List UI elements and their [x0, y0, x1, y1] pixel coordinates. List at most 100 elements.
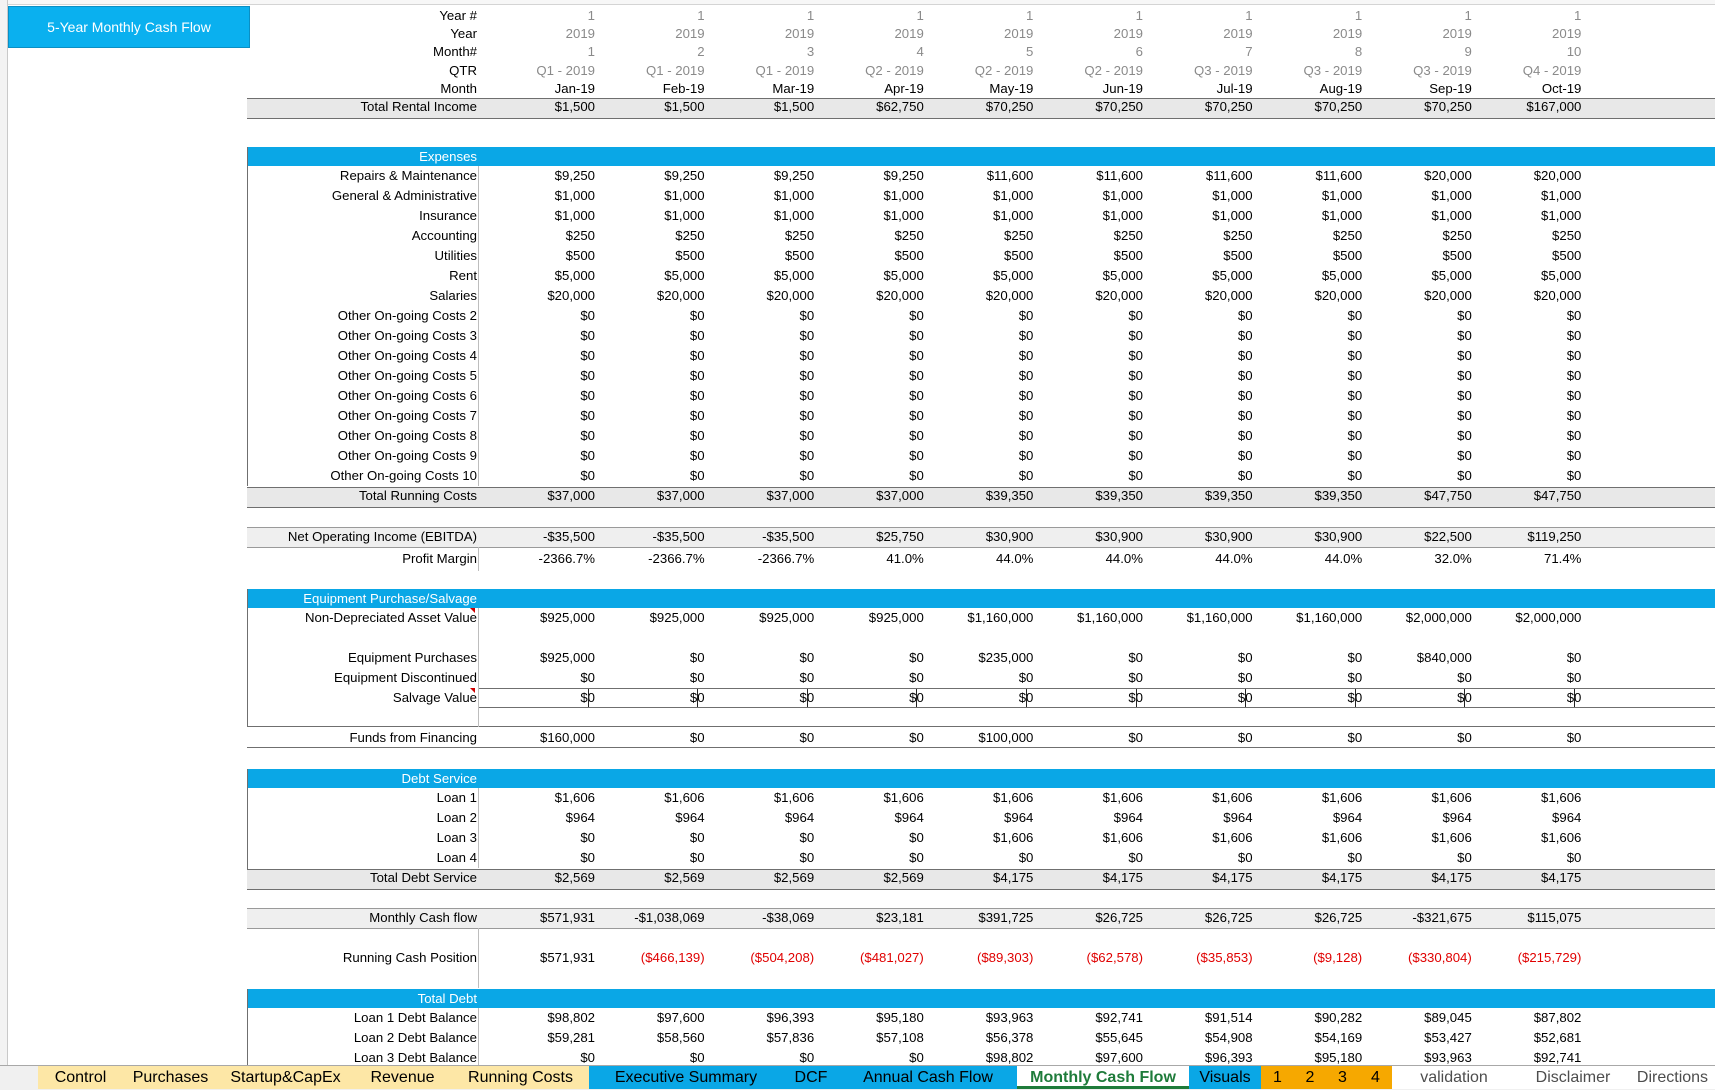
total-running-costs-row-cell[interactable]: $39,350 [1246, 486, 1363, 506]
monthly-cash-flow-row-cell[interactable]: -$1,038,069 [589, 908, 704, 928]
monthly-cash-flow-row-cell[interactable]: $23,181 [808, 908, 924, 928]
total-rental-income-row-cell[interactable]: $70,250 [917, 97, 1034, 117]
running-cash-position-row-cell[interactable]: ($504,208) [698, 948, 814, 968]
sheet-tab-4[interactable]: 4 [1359, 1066, 1393, 1089]
total-rental-income-row-cell[interactable]: $70,250 [1137, 97, 1253, 117]
funds-from-financing-row-cell[interactable]: $0 [1465, 728, 1582, 748]
header-row-cell[interactable]: Q4 - 2019 [1465, 61, 1582, 81]
header-row-cell[interactable]: 1 [1027, 6, 1143, 26]
sheet-tab-monthly-cash-flow[interactable]: Monthly Cash Flow [1017, 1066, 1190, 1089]
header-row-cell[interactable]: 9 [1356, 42, 1471, 62]
ebitda-row-cell[interactable]: $30,900 [1027, 527, 1143, 547]
monthly-cash-flow-row-cell[interactable]: -$38,069 [698, 908, 814, 928]
ebitda-row-cell[interactable]: -$35,500 [479, 527, 595, 547]
ebitda-row-cell[interactable]: $30,900 [1246, 527, 1363, 547]
sheet-tab-annual-cash-flow[interactable]: Annual Cash Flow [839, 1066, 1018, 1089]
header-row-cell[interactable]: 5 [917, 42, 1033, 62]
total-debt-service-row-cell[interactable]: $4,175 [1027, 868, 1143, 888]
header-row-cell[interactable]: 2 [589, 42, 704, 62]
header-row-cell[interactable]: 2019 [698, 24, 814, 44]
header-row-cell[interactable]: Mar-19 [698, 79, 814, 99]
running-cash-position-row-cell[interactable]: ($481,027) [808, 948, 924, 968]
profit-margin-row-cell[interactable]: 44.0% [1027, 549, 1143, 569]
funds-from-financing-row-cell[interactable]: $0 [1356, 728, 1472, 748]
header-row-cell[interactable]: Q3 - 2019 [1356, 61, 1472, 81]
ebitda-row-cell[interactable]: $30,900 [917, 527, 1034, 547]
header-row-cell[interactable]: Aug-19 [1246, 79, 1363, 99]
header-row-cell[interactable]: Q2 - 2019 [808, 61, 924, 81]
monthly-cash-flow-row-cell[interactable]: $26,725 [1246, 908, 1363, 928]
total-running-costs-row-cell[interactable]: $39,350 [1027, 486, 1143, 506]
funds-from-financing-row-cell[interactable]: $0 [1137, 728, 1253, 748]
total-debt-service-row-cell[interactable]: $4,175 [1246, 868, 1362, 888]
header-row-cell[interactable]: 2019 [1027, 24, 1143, 44]
ebitda-row-cell[interactable]: $119,250 [1465, 527, 1581, 547]
header-row-cell[interactable]: Jul-19 [1137, 79, 1253, 99]
profit-margin-row-cell[interactable]: -2366.7% [479, 549, 595, 569]
header-row-cell[interactable]: 2019 [589, 24, 704, 44]
profit-margin-row-cell[interactable]: 71.4% [1465, 549, 1581, 569]
total-debt-service-row-cell[interactable]: $4,175 [1137, 868, 1252, 888]
total-rental-income-row-cell[interactable]: $167,000 [1465, 97, 1581, 117]
sheet-tab-3[interactable]: 3 [1326, 1066, 1360, 1089]
monthly-cash-flow-row-cell[interactable]: $391,725 [917, 908, 1033, 928]
header-row-cell[interactable]: 2019 [1465, 24, 1581, 44]
profit-margin-row-cell[interactable]: 41.0% [808, 549, 923, 569]
total-rental-income-row-cell[interactable]: $62,750 [808, 97, 924, 117]
running-cash-position-row-cell[interactable]: ($35,853) [1137, 948, 1252, 968]
profit-margin-row-cell[interactable]: 32.0% [1356, 549, 1471, 569]
header-row-cell[interactable]: 1 [698, 6, 814, 26]
header-row-cell[interactable]: 1 [1137, 6, 1252, 26]
running-cash-position-row-cell[interactable]: ($89,303) [917, 948, 1033, 968]
total-debt-service-row-cell[interactable]: $4,175 [1465, 868, 1581, 888]
total-running-costs-row-cell[interactable]: $37,000 [698, 486, 815, 506]
header-row-cell[interactable]: Q1 - 2019 [589, 61, 705, 81]
ebitda-row-cell[interactable]: -$35,500 [698, 527, 814, 547]
total-debt-service-row-cell[interactable]: $4,175 [917, 868, 1033, 888]
monthly-cash-flow-row-cell[interactable]: $571,931 [479, 908, 595, 928]
funds-from-financing-row-cell[interactable]: $0 [1027, 728, 1143, 748]
sheet-title-box[interactable]: 5-Year Monthly Cash Flow [8, 6, 250, 48]
sheet-tab-startup-capex[interactable]: Startup&CapEx [218, 1066, 354, 1089]
header-row-cell[interactable]: Jan-19 [479, 79, 595, 99]
profit-margin-row-cell[interactable]: 44.0% [1137, 549, 1252, 569]
total-running-costs-row-cell[interactable]: $37,000 [479, 486, 595, 506]
funds-from-financing-row-cell[interactable]: $100,000 [917, 728, 1033, 748]
header-row-cell[interactable]: 2019 [479, 24, 595, 44]
funds-from-financing-row-cell[interactable]: $160,000 [479, 728, 595, 748]
total-debt-service-row-cell[interactable]: $2,569 [479, 868, 595, 888]
total-running-costs-row-cell[interactable]: $39,350 [1137, 486, 1253, 506]
header-row-cell[interactable]: 1 [479, 42, 595, 62]
total-debt-service-row-cell[interactable]: $2,569 [698, 868, 814, 888]
header-row-cell[interactable]: Apr-19 [808, 79, 924, 99]
header-row-cell[interactable]: 1 [1246, 6, 1362, 26]
header-row-cell[interactable]: Q2 - 2019 [1027, 61, 1143, 81]
header-row-cell[interactable]: 2019 [1246, 24, 1362, 44]
header-row-cell[interactable]: Q3 - 2019 [1137, 61, 1253, 81]
ebitda-row-cell[interactable]: $22,500 [1356, 527, 1472, 547]
header-row-cell[interactable]: 1 [917, 6, 1033, 26]
sheet-tab-executive-summary[interactable]: Executive Summary [589, 1066, 784, 1089]
header-row-cell[interactable]: 1 [808, 6, 923, 26]
sheet-tab-purchases[interactable]: Purchases [123, 1066, 219, 1089]
header-row-cell[interactable]: 1 [1465, 6, 1581, 26]
total-rental-income-row-cell[interactable]: $1,500 [589, 97, 704, 117]
sheet-tab-control[interactable]: Control [38, 1066, 124, 1089]
total-debt-service-row-cell[interactable]: $2,569 [589, 868, 704, 888]
monthly-cash-flow-row-cell[interactable]: -$321,675 [1356, 908, 1471, 928]
sheet-tab-dcf[interactable]: DCF [783, 1066, 840, 1089]
total-rental-income-row-cell[interactable]: $1,500 [698, 97, 814, 117]
funds-from-financing-row-cell[interactable]: $0 [589, 728, 705, 748]
profit-margin-row-cell[interactable]: 44.0% [917, 549, 1033, 569]
running-cash-position-row-cell[interactable]: $571,931 [479, 948, 595, 968]
header-row-cell[interactable]: 1 [1356, 6, 1471, 26]
running-cash-position-row-cell[interactable]: ($330,804) [1356, 948, 1472, 968]
spreadsheet-grid[interactable]: 5-Year Monthly Cash Flow Year #1 1 1 1 1 1 1 1 1… [0, 0, 1715, 1065]
total-rental-income-row-cell[interactable]: $1,500 [479, 97, 595, 117]
funds-from-financing-row-cell[interactable]: $0 [698, 728, 815, 748]
header-row-cell[interactable]: 7 [1137, 42, 1252, 62]
header-row-cell[interactable]: 2019 [1137, 24, 1252, 44]
header-row-cell[interactable]: 2019 [917, 24, 1033, 44]
sheet-tab-revenue[interactable]: Revenue [353, 1066, 453, 1089]
header-row-cell[interactable]: 3 [698, 42, 814, 62]
